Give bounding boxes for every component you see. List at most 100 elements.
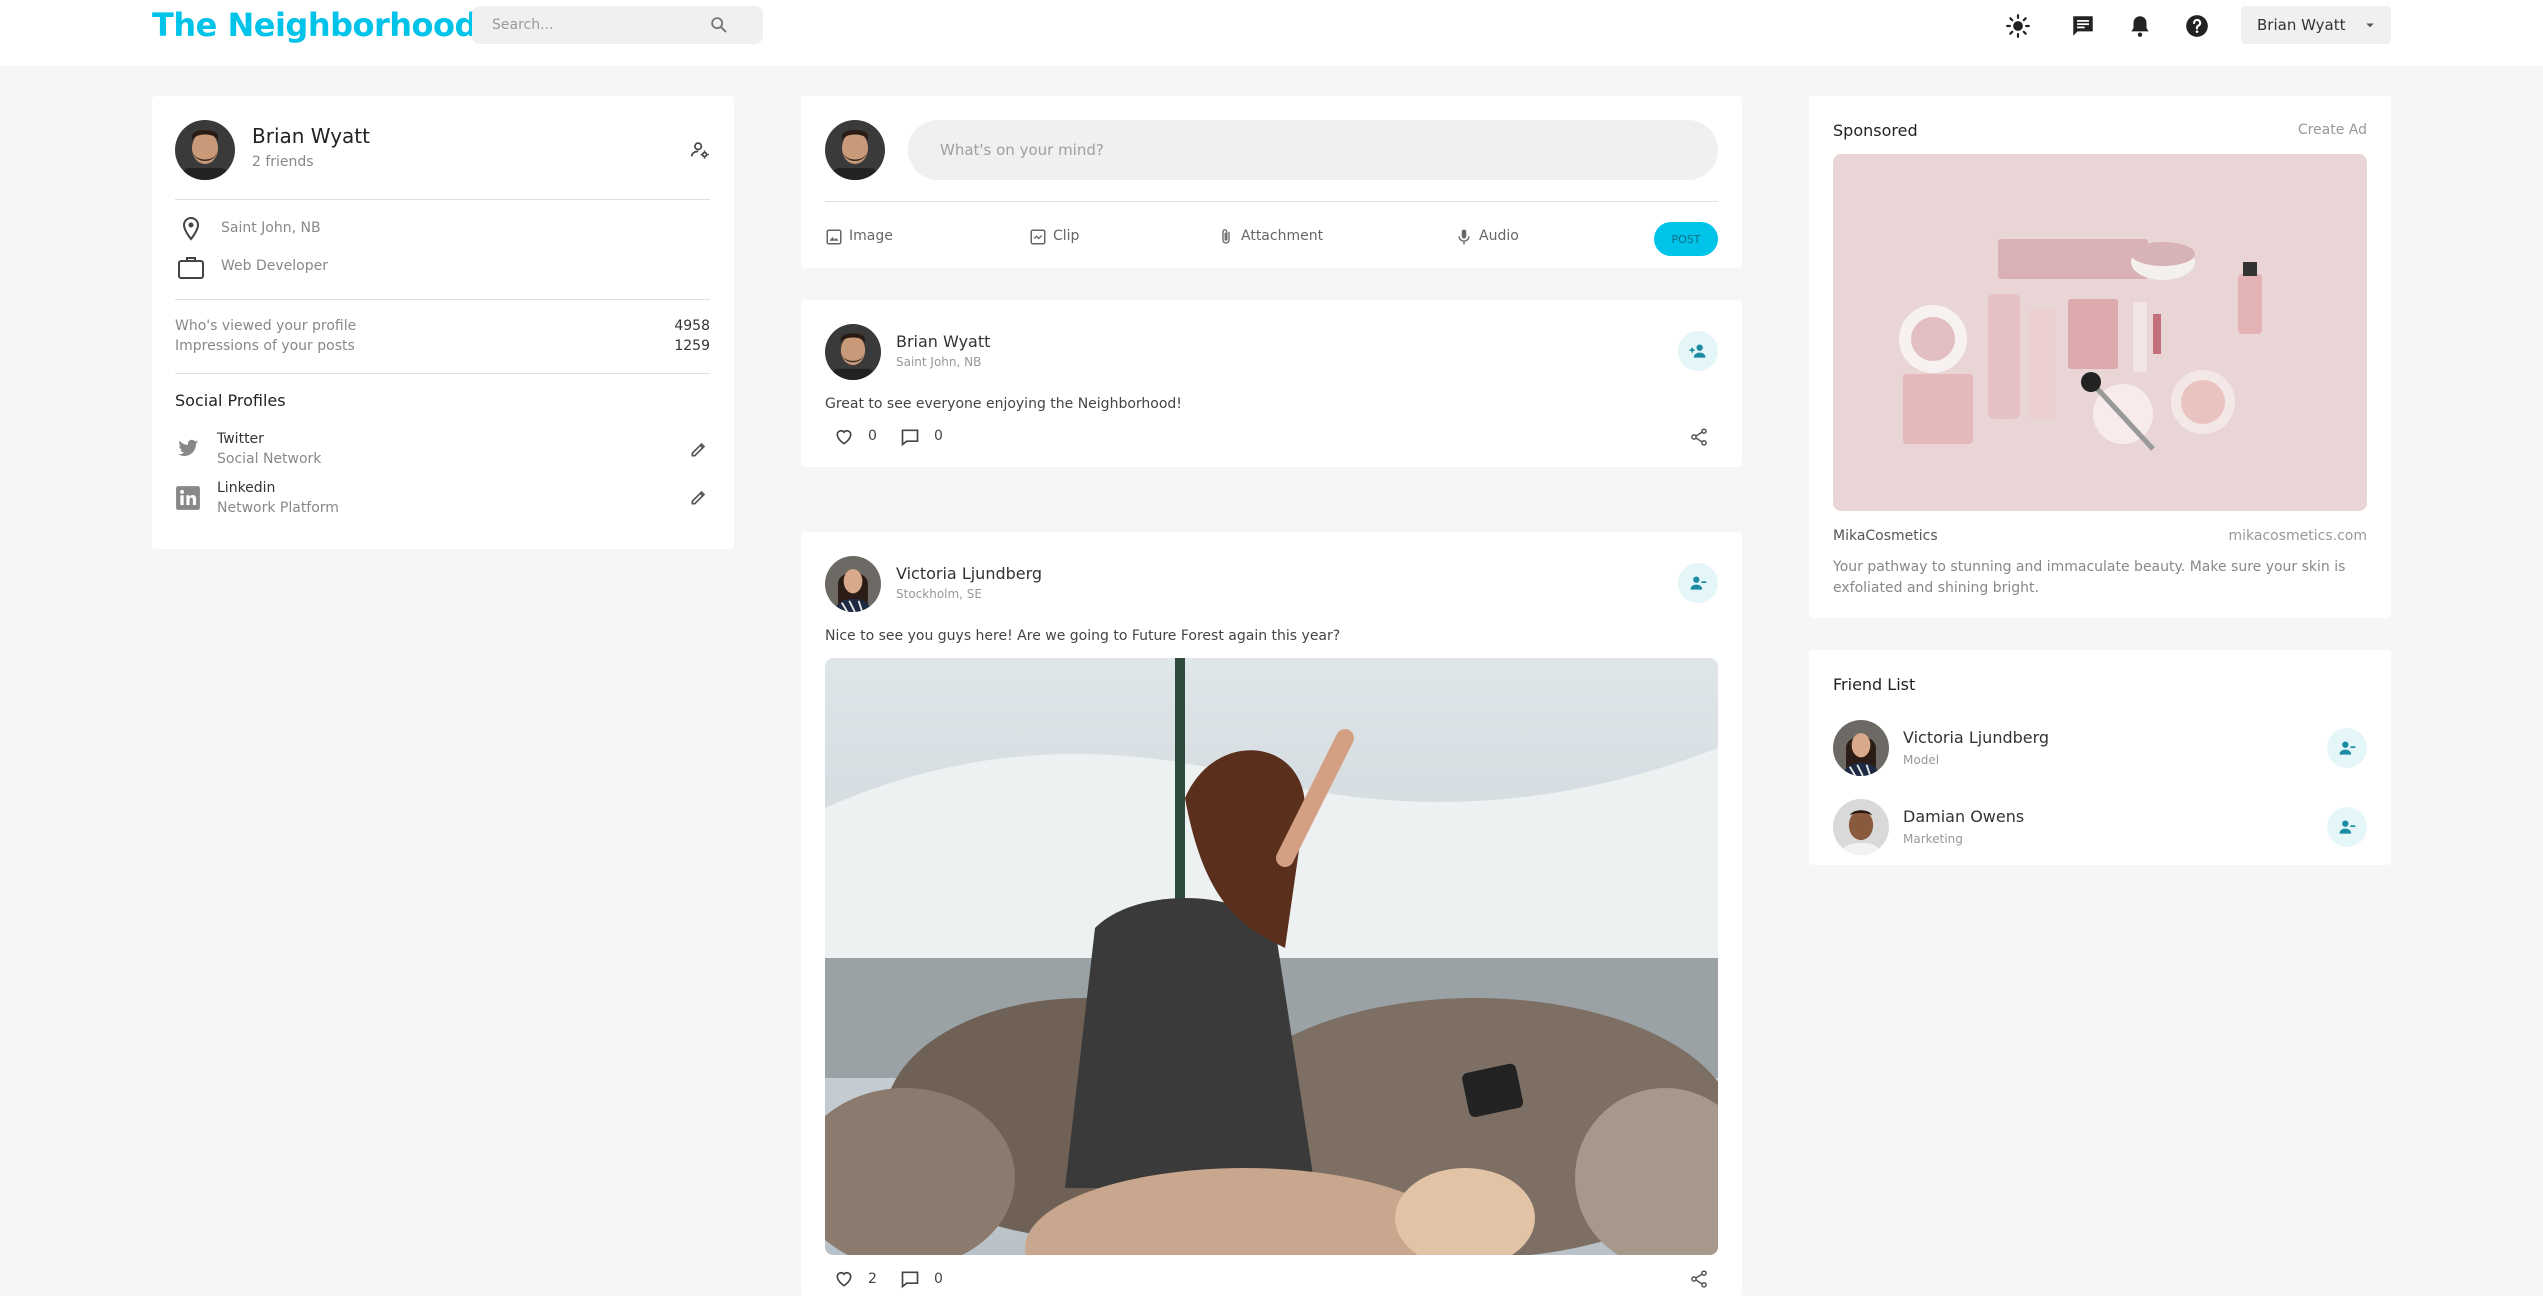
sponsored-title: Sponsored — [1833, 121, 1918, 140]
friend-name[interactable]: Damian Owens — [1903, 807, 2024, 826]
share-icon[interactable] — [1689, 427, 1709, 447]
remove-friend-button[interactable] — [2327, 807, 2367, 847]
add-friend-button[interactable] — [1678, 331, 1718, 371]
briefcase-icon — [178, 257, 204, 279]
profile-avatar[interactable] — [175, 120, 235, 180]
like-icon[interactable] — [834, 427, 854, 447]
post-card: Brian Wyatt Saint John, NB Great to see … — [801, 300, 1742, 467]
post-author-avatar[interactable] — [825, 556, 881, 612]
post-author-location: Saint John, NB — [896, 355, 982, 369]
stat-label-profile-views: Who's viewed your profile — [175, 318, 357, 334]
paperclip-icon — [1222, 229, 1230, 244]
remove-friend-button[interactable] — [1678, 563, 1718, 603]
friend-role: Marketing — [1903, 832, 1963, 846]
friend-list-title: Friend List — [1833, 675, 1916, 694]
like-count: 2 — [868, 1271, 877, 1287]
post-text: Nice to see you guys here! Are we going … — [825, 628, 1341, 644]
search-input[interactable] — [492, 6, 722, 44]
divider — [175, 373, 710, 374]
comment-count: 0 — [934, 1271, 943, 1287]
profile-location: Saint John, NB — [221, 220, 321, 236]
post-author-name[interactable]: Brian Wyatt — [896, 332, 990, 351]
composer-input[interactable] — [908, 120, 1718, 180]
chevron-down-icon — [2366, 23, 2374, 28]
create-ad-link[interactable]: Create Ad — [2298, 122, 2367, 138]
help-icon[interactable] — [2184, 13, 2210, 39]
light-mode-icon[interactable] — [2005, 13, 2031, 39]
social-sub-linkedin: Network Platform — [217, 500, 339, 516]
attachment-tool-button[interactable]: Attachment — [1217, 226, 1327, 248]
messages-icon[interactable] — [2070, 13, 2096, 39]
share-icon[interactable] — [1689, 1269, 1709, 1289]
friend-list-item: Damian Owens Marketing — [1809, 797, 2391, 861]
friend-avatar[interactable] — [1833, 799, 1889, 855]
profile-name[interactable]: Brian Wyatt — [252, 124, 370, 148]
social-profiles-title: Social Profiles — [175, 391, 286, 410]
social-name-linkedin[interactable]: Linkedin — [217, 480, 275, 496]
post-button[interactable]: POST — [1654, 222, 1718, 256]
image-tool-button[interactable]: Image — [825, 226, 905, 248]
comment-icon[interactable] — [900, 427, 920, 447]
divider — [175, 199, 710, 200]
friend-list-item: Victoria Ljundberg Model — [1809, 718, 2391, 782]
remove-friend-icon — [2339, 741, 2356, 755]
friend-name[interactable]: Victoria Ljundberg — [1903, 728, 2049, 747]
social-name-twitter[interactable]: Twitter — [217, 431, 264, 447]
stat-label-post-impressions: Impressions of your posts — [175, 338, 355, 354]
remove-friend-icon — [2339, 820, 2356, 834]
attachment-tool-label: Attachment — [1241, 228, 1324, 244]
ad-description: Your pathway to stunning and immaculate … — [1833, 559, 2346, 596]
divider — [825, 201, 1718, 202]
remove-friend-icon — [1690, 576, 1707, 590]
ad-image[interactable] — [1833, 154, 2367, 511]
audio-tool-button[interactable]: Audio — [1455, 226, 1535, 248]
like-icon[interactable] — [834, 1269, 854, 1289]
microphone-icon — [1458, 229, 1470, 245]
audio-tool-label: Audio — [1479, 228, 1519, 244]
linkedin-icon — [176, 486, 200, 510]
profile-occupation: Web Developer — [221, 258, 328, 274]
friend-list-card: Friend List Victoria Ljundberg Model Dam… — [1809, 650, 2391, 865]
post-composer: Image Clip Attachment Audio POST — [801, 96, 1742, 268]
post-author-avatar[interactable] — [825, 324, 881, 380]
twitter-icon — [178, 439, 198, 456]
clip-tool-label: Clip — [1053, 228, 1080, 244]
composer-avatar — [825, 120, 885, 180]
search-box — [472, 6, 763, 44]
stat-value-profile-views: 4958 — [674, 318, 710, 334]
comment-icon[interactable] — [900, 1269, 920, 1289]
sponsored-card: Sponsored Create Ad MikaCosmetics mikaco… — [1809, 96, 2391, 618]
edit-linkedin-icon[interactable] — [689, 487, 709, 507]
image-icon — [826, 229, 842, 245]
profile-friends-count: 2 friends — [252, 154, 314, 170]
notifications-icon[interactable] — [2127, 13, 2153, 39]
location-pin-icon — [182, 216, 200, 241]
brand-logo[interactable]: The Neighborhood — [152, 6, 477, 44]
user-menu-dropdown[interactable]: Brian Wyatt — [2241, 6, 2391, 44]
post-author-location: Stockholm, SE — [896, 587, 983, 601]
ad-url[interactable]: mikacosmetics.com — [2229, 528, 2368, 544]
edit-twitter-icon[interactable] — [689, 439, 709, 459]
remove-friend-button[interactable] — [2327, 728, 2367, 768]
clip-tool-button[interactable]: Clip — [1029, 226, 1099, 248]
search-icon[interactable] — [708, 14, 730, 36]
post-card: Victoria Ljundberg Stockholm, SE Nice to… — [801, 532, 1742, 1296]
clip-icon — [1030, 229, 1046, 245]
user-menu-label: Brian Wyatt — [2257, 16, 2346, 34]
friend-role: Model — [1903, 753, 1940, 767]
post-text: Great to see everyone enjoying the Neigh… — [825, 396, 1182, 412]
divider — [175, 299, 710, 300]
post-author-name[interactable]: Victoria Ljundberg — [896, 564, 1042, 583]
social-sub-twitter: Social Network — [217, 451, 322, 467]
comment-count: 0 — [934, 428, 943, 444]
stat-value-post-impressions: 1259 — [674, 338, 710, 354]
post-image[interactable] — [825, 658, 1718, 1255]
friend-avatar[interactable] — [1833, 720, 1889, 776]
like-count: 0 — [868, 428, 877, 444]
top-navigation-bar: The Neighborhood Brian Wyatt — [0, 0, 2543, 66]
add-friend-icon — [1689, 344, 1706, 358]
image-tool-label: Image — [849, 228, 893, 244]
ad-brand[interactable]: MikaCosmetics — [1833, 528, 1938, 544]
profile-card: Brian Wyatt 2 friends Saint John, NB Web… — [152, 96, 734, 549]
manage-account-icon[interactable] — [689, 139, 711, 161]
